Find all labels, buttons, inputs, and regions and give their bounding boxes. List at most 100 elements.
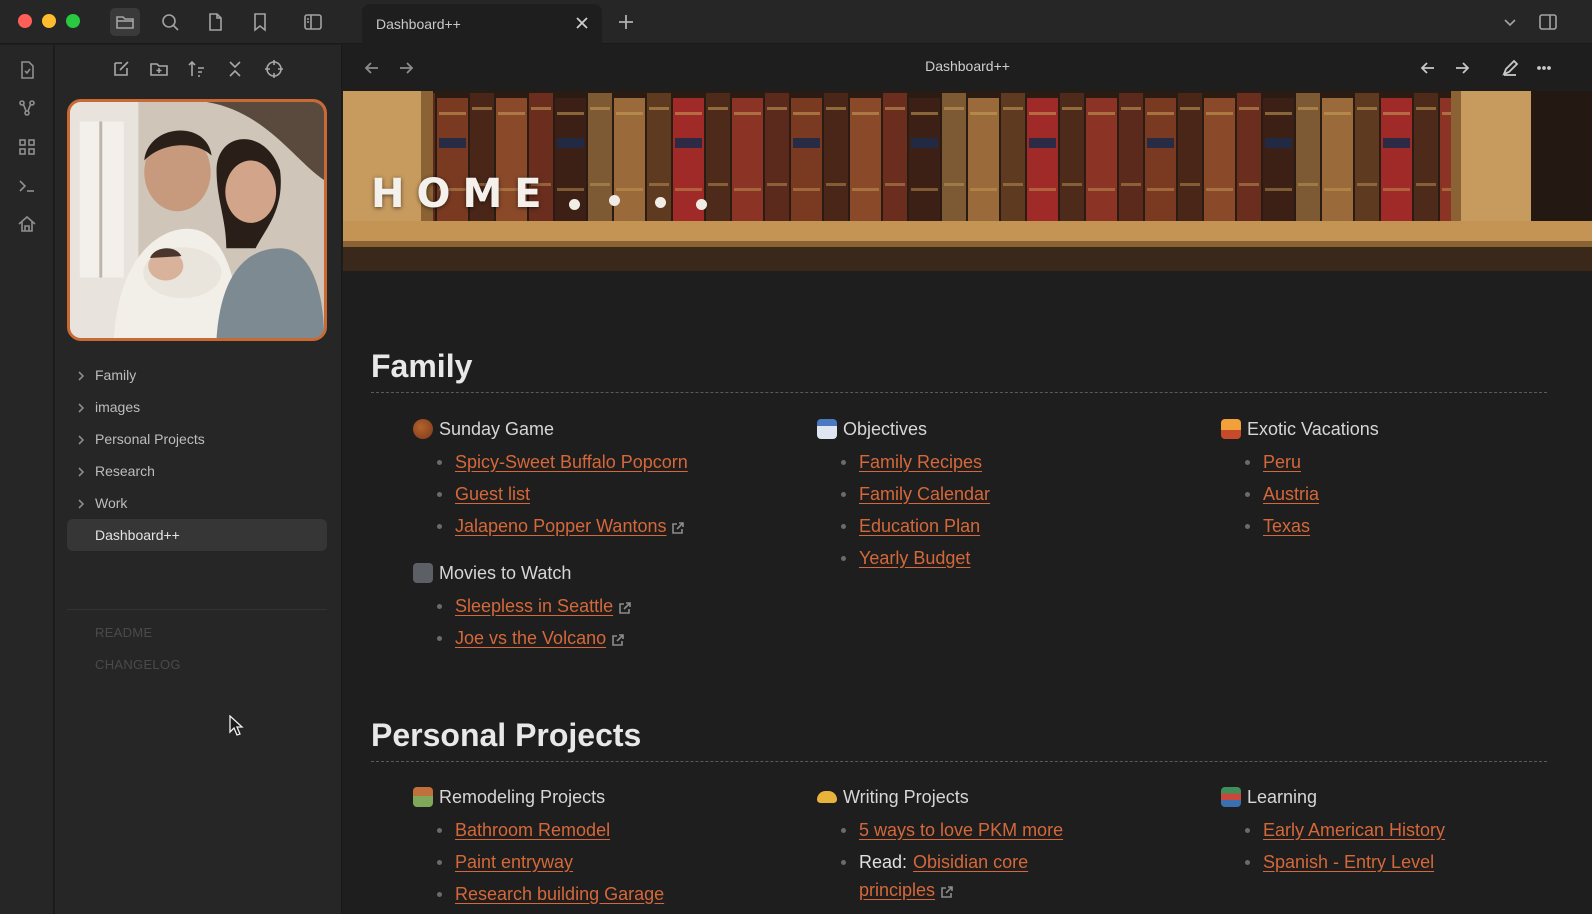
view-header: Dashboard++ <box>343 45 1592 91</box>
football-icon <box>413 419 433 439</box>
internal-link[interactable]: Bathroom Remodel <box>455 820 610 841</box>
mouse-cursor-icon <box>229 715 244 736</box>
list-item: Guest list <box>437 478 803 510</box>
group-heading: Objectives <box>817 416 1207 442</box>
banner-dot <box>569 199 580 210</box>
file-explorer-sidebar: Family images Personal Projects Research… <box>55 45 342 914</box>
internal-link[interactable]: Spanish - Entry Level <box>1263 852 1434 873</box>
internal-link[interactable]: 5 ways to love PKM more <box>859 820 1063 841</box>
forward-arrow-icon[interactable] <box>1449 55 1475 81</box>
link-list: Bathroom Remodel Paint entryway Research… <box>437 814 803 910</box>
tree-item-label: Dashboard++ <box>95 527 180 543</box>
internal-link[interactable]: Paint entryway <box>455 852 573 873</box>
card-sunday-game: Sunday Game Spicy-Sweet Buffalo Popcorn … <box>413 416 803 654</box>
tree-folder-images[interactable]: images <box>67 391 327 423</box>
plus-icon[interactable] <box>614 10 638 34</box>
back-arrow-icon[interactable] <box>1415 55 1441 81</box>
more-options-icon[interactable] <box>1531 55 1557 81</box>
tab-title: Dashboard++ <box>376 16 461 32</box>
new-folder-icon[interactable] <box>145 55 173 83</box>
close-icon[interactable] <box>574 15 590 31</box>
read-prefix: Read: <box>859 851 908 872</box>
internal-link[interactable]: Education Plan <box>859 516 980 537</box>
internal-link[interactable]: Peru <box>1263 452 1301 473</box>
maximize-window-button[interactable] <box>66 14 80 28</box>
right-sidebar-toggle-icon[interactable] <box>1536 10 1560 34</box>
collapse-icon[interactable] <box>221 55 249 83</box>
list-item: Peru <box>1245 446 1592 478</box>
tree-item-label: images <box>95 399 141 415</box>
external-link[interactable]: Jalapeno Popper Wantons <box>455 516 666 537</box>
external-link[interactable]: Joe vs the Volcano <box>455 628 606 649</box>
section-heading-personal-projects: Personal Projects <box>371 717 642 753</box>
home-icon[interactable] <box>14 211 40 237</box>
internal-link[interactable]: Austria <box>1263 484 1319 505</box>
tree-folder-work[interactable]: Work <box>67 487 327 519</box>
group-heading: Exotic Vacations <box>1221 416 1592 442</box>
internal-link[interactable]: Early American History <box>1263 820 1445 841</box>
locate-icon[interactable] <box>260 55 288 83</box>
close-window-button[interactable] <box>18 14 32 28</box>
tree-folder-personal-projects[interactable]: Personal Projects <box>67 423 327 455</box>
tree-item-label: Family <box>95 367 137 383</box>
group-title: Objectives <box>843 418 928 439</box>
list-item: Spanish - Entry Level <box>1245 846 1592 878</box>
sidebar-toggle-icon[interactable] <box>298 8 328 36</box>
external-link-icon <box>940 883 954 898</box>
list-item: Early American History <box>1245 814 1592 846</box>
banner-title: HOME <box>371 171 554 217</box>
terminal-icon[interactable] <box>14 173 40 199</box>
file-icon[interactable] <box>200 8 230 36</box>
list-item: Bathroom Remodel <box>437 814 803 846</box>
external-link[interactable]: principles <box>859 880 935 901</box>
list-item: Education Plan <box>841 510 1207 542</box>
tree-item-label: Personal Projects <box>95 431 205 447</box>
graph-icon[interactable] <box>14 95 40 121</box>
external-link[interactable]: Sleepless in Seattle <box>455 596 613 617</box>
section-divider <box>371 392 1547 393</box>
chevron-down-icon[interactable] <box>1498 10 1522 34</box>
list-item: Texas <box>1245 510 1592 542</box>
internal-link[interactable]: Guest list <box>455 484 530 505</box>
link-list: Spicy-Sweet Buffalo Popcorn Guest list J… <box>437 446 803 542</box>
banner-dot <box>655 197 666 208</box>
house-icon <box>413 787 433 807</box>
tree-file-dashboard[interactable]: Dashboard++ <box>67 519 327 551</box>
folder-icon[interactable] <box>110 8 140 36</box>
chevron-right-icon <box>75 401 87 413</box>
sort-icon[interactable] <box>183 55 211 83</box>
list-item: Spicy-Sweet Buffalo Popcorn <box>437 446 803 478</box>
internal-link[interactable]: Family Recipes <box>859 452 982 473</box>
card-writing-projects: Writing Projects 5 ways to love PKM more… <box>817 784 1207 906</box>
list-item: Research building Garage <box>437 878 803 910</box>
banner-dot <box>609 195 620 206</box>
minimize-window-button[interactable] <box>42 14 56 28</box>
tree-folder-family[interactable]: Family <box>67 359 327 391</box>
internal-link[interactable]: Texas <box>1263 516 1310 537</box>
bookmark-icon[interactable] <box>245 8 275 36</box>
home-banner: HOME <box>343 91 1592 271</box>
internal-link[interactable]: Yearly Budget <box>859 548 970 569</box>
link-list: Early American History Spanish - Entry L… <box>1245 814 1592 878</box>
internal-link[interactable]: Spicy-Sweet Buffalo Popcorn <box>455 452 688 473</box>
list-item: Yearly Budget <box>841 542 1207 574</box>
new-note-icon[interactable] <box>107 55 135 83</box>
group-heading: Writing Projects <box>817 784 1207 810</box>
search-icon[interactable] <box>155 8 185 36</box>
edit-pencil-icon[interactable] <box>1497 55 1523 81</box>
calendar-icon <box>817 419 837 439</box>
group-heading: Sunday Game <box>413 416 803 442</box>
list-item: Family Calendar <box>841 478 1207 510</box>
group-title: Movies to Watch <box>439 562 572 583</box>
group-title: Writing Projects <box>843 786 969 807</box>
tab-dashboard[interactable]: Dashboard++ <box>362 4 602 44</box>
internal-link[interactable]: Family Calendar <box>859 484 990 505</box>
grid-icon[interactable] <box>14 134 40 160</box>
external-link[interactable]: Obisidian core <box>913 852 1028 873</box>
sunset-icon <box>1221 419 1241 439</box>
tree-folder-research[interactable]: Research <box>67 455 327 487</box>
group-title: Sunday Game <box>439 418 555 439</box>
internal-link[interactable]: Research building Garage <box>455 884 664 905</box>
open-file-icon[interactable] <box>14 57 40 83</box>
external-link-icon <box>611 631 625 646</box>
